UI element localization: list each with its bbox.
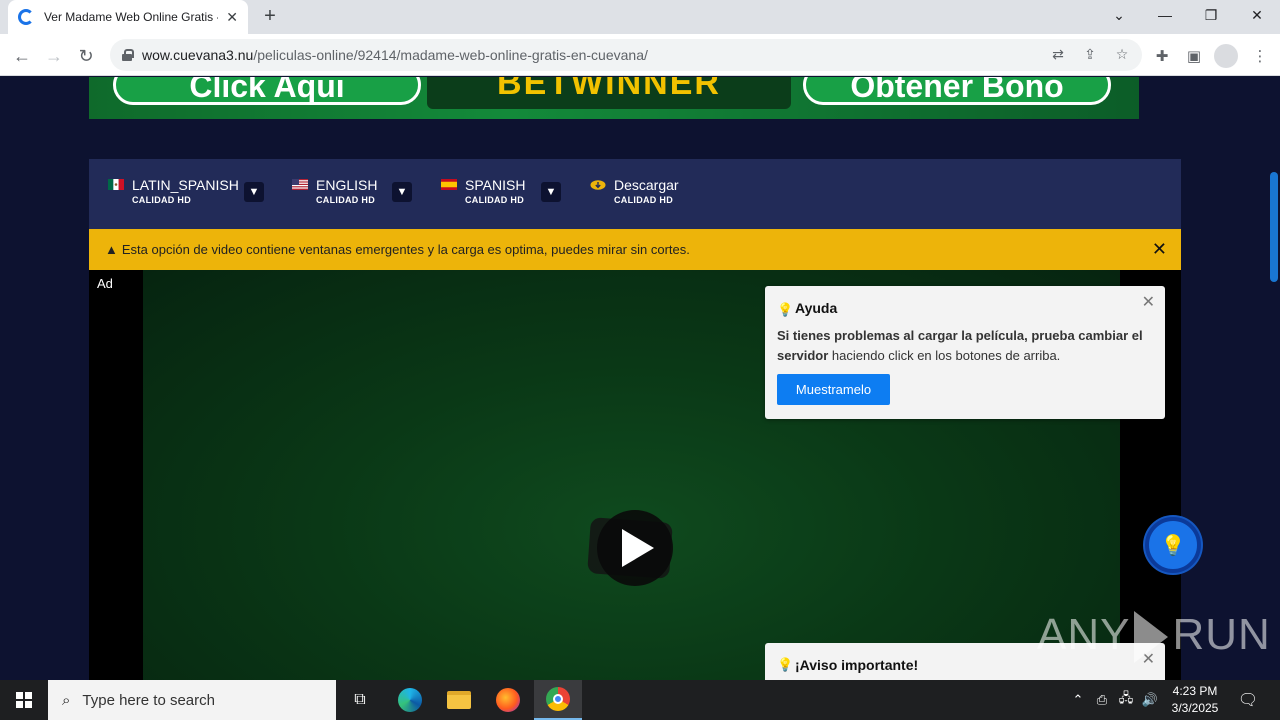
warning-text: Esta opción de video contiene ventanas e… — [121, 242, 690, 257]
tab-close-icon[interactable]: ✕ — [226, 9, 238, 26]
share-icon[interactable]: ⇪ — [1078, 42, 1102, 66]
server-bar: LATIN_SPANISH CALIDAD HD ▼ ENGLISH CALID… — [89, 159, 1181, 229]
chrome-taskbar-app[interactable] — [534, 680, 582, 720]
betwinner-ad-banner[interactable]: Click Aqui BETWINNER Obtener Bono — [89, 77, 1139, 119]
clock-date: 3/3/2025 — [1171, 701, 1219, 715]
menu-kebab-icon[interactable]: ⋮ — [1246, 42, 1274, 70]
chrome-icon — [546, 687, 570, 711]
start-button[interactable] — [0, 680, 48, 720]
back-button[interactable]: ← — [8, 42, 36, 70]
notification-center-icon[interactable]: 🗨 — [1232, 680, 1264, 720]
video-player: LATIN_SPANISH CALIDAD HD ▼ ENGLISH CALID… — [89, 159, 1181, 680]
task-view-button[interactable]: ⧉ — [336, 680, 384, 720]
folder-icon — [447, 691, 471, 709]
popup-warning-bar: ▲ Esta opción de video contiene ventanas… — [89, 229, 1181, 270]
banner-left-pill: Click Aqui — [113, 77, 421, 105]
minimize-button[interactable]: — — [1142, 0, 1188, 30]
firefox-icon — [496, 688, 520, 712]
server-english-dropdown-chevron-icon[interactable]: ▼ — [392, 182, 412, 202]
scrollbar-thumb[interactable] — [1270, 172, 1278, 282]
clock-time: 4:23 PM — [1172, 684, 1218, 698]
file-explorer-taskbar-app[interactable] — [435, 680, 483, 720]
forward-button[interactable]: → — [40, 42, 68, 70]
profile-avatar-icon[interactable] — [1214, 44, 1238, 68]
help-lightbulb-fab[interactable]: 💡 — [1145, 517, 1201, 573]
banner-right-pill: Obtener Bono — [803, 77, 1111, 105]
mexico-flag-icon — [108, 179, 124, 190]
lightbulb-icon: 💡 — [777, 302, 794, 317]
tray-overflow-chevron-icon[interactable]: ⌃ — [1068, 680, 1088, 720]
warning-triangle-icon: ▲ — [105, 242, 118, 257]
translate-icon[interactable]: ⇄ — [1046, 42, 1070, 66]
windows-taskbar: ⌕ Type here to search ⧉ ⌃ ⎙ 🖧 🔊 4:23 PM … — [0, 680, 1280, 720]
server-latin-dropdown-chevron-icon[interactable]: ▼ — [244, 182, 264, 202]
tab-title: Ver Madame Web Online Gratis - — [43, 10, 219, 24]
windows-logo-icon — [16, 692, 32, 708]
tab-strip: Ver Madame Web Online Gratis - ✕ + ⌄ — ❐… — [0, 0, 1280, 34]
server-quality: CALIDAD HD — [316, 195, 375, 205]
reload-button[interactable]: ↻ — [72, 42, 100, 70]
lightbulb-icon: 💡 — [1160, 534, 1186, 557]
restore-button[interactable]: ❐ — [1188, 0, 1234, 30]
edge-icon — [398, 688, 422, 712]
play-icon — [622, 529, 654, 567]
page-content: Click Aqui BETWINNER Obtener Bono LATIN_… — [0, 77, 1280, 680]
download-cloud-icon — [590, 180, 606, 190]
lightbulb-icon: 💡 — [777, 657, 794, 672]
server-name: ENGLISH — [316, 177, 378, 193]
play-button[interactable] — [585, 510, 675, 586]
tray-app-icon[interactable]: ⎙ — [1092, 680, 1112, 720]
edge-taskbar-app[interactable] — [386, 680, 434, 720]
tab-search-button[interactable]: ⌄ — [1096, 0, 1142, 30]
server-quality: CALIDAD HD — [132, 195, 191, 205]
network-icon[interactable]: 🖧 — [1116, 680, 1136, 720]
help-text: Si tienes problemas al cargar la películ… — [777, 328, 1143, 363]
search-icon: ⌕ — [62, 691, 71, 709]
server-spanish[interactable]: SPANISH CALIDAD HD — [441, 177, 525, 205]
server-name: SPANISH — [465, 177, 526, 193]
anyrun-watermark: ANY RUN — [1037, 610, 1271, 664]
anyrun-play-logo-icon — [1134, 611, 1169, 664]
server-english[interactable]: ENGLISH CALIDAD HD — [292, 177, 377, 205]
side-panel-icon[interactable]: ▣ — [1180, 42, 1208, 70]
notice-title: ¡Aviso importante! — [795, 657, 919, 673]
page-scrollbar[interactable] — [1268, 77, 1280, 680]
close-window-button[interactable]: ✕ — [1234, 0, 1280, 30]
server-name: LATIN_SPANISH — [132, 177, 239, 193]
spain-flag-icon — [441, 179, 457, 190]
new-tab-button[interactable]: + — [258, 4, 282, 28]
help-title: Ayuda — [795, 300, 838, 316]
address-bar[interactable]: wow.cuevana3.nu/peliculas-online/92414/m… — [110, 39, 1142, 71]
usa-flag-icon — [292, 179, 308, 190]
search-placeholder: Type here to search — [82, 691, 215, 709]
system-clock[interactable]: 4:23 PM 3/3/2025 — [1166, 683, 1224, 717]
firefox-taskbar-app[interactable] — [484, 680, 532, 720]
server-latin-spanish[interactable]: LATIN_SPANISH CALIDAD HD — [108, 177, 239, 205]
show-me-button[interactable]: Muestramelo — [777, 374, 890, 405]
volume-icon[interactable]: 🔊 — [1140, 680, 1160, 720]
download-button[interactable]: Descargar CALIDAD HD — [590, 177, 679, 205]
ad-label: Ad — [97, 276, 113, 291]
help-close-icon[interactable]: ✕ — [1142, 292, 1155, 312]
server-spanish-dropdown-chevron-icon[interactable]: ▼ — [541, 182, 561, 202]
task-view-icon: ⧉ — [354, 691, 366, 708]
browser-tab[interactable]: Ver Madame Web Online Gratis - ✕ — [8, 0, 248, 34]
server-quality: CALIDAD HD — [465, 195, 524, 205]
warning-close-icon[interactable]: ✕ — [1152, 239, 1167, 260]
extensions-icon[interactable]: ✚ — [1148, 42, 1176, 70]
server-name: Descargar — [614, 177, 679, 193]
taskbar-search-box[interactable]: ⌕ Type here to search — [48, 680, 336, 720]
lock-icon[interactable] — [122, 49, 134, 61]
server-quality: CALIDAD HD — [614, 195, 673, 205]
url-text: wow.cuevana3.nu/peliculas-online/92414/m… — [142, 47, 648, 63]
bookmark-star-icon[interactable]: ☆ — [1110, 42, 1134, 66]
browser-toolbar: ← → ↻ wow.cuevana3.nu/peliculas-online/9… — [0, 34, 1280, 76]
help-popup: 💡 Ayuda ✕ Si tienes problemas al cargar … — [765, 286, 1165, 419]
site-favicon-icon — [18, 9, 34, 25]
banner-brand: BETWINNER — [427, 77, 791, 109]
